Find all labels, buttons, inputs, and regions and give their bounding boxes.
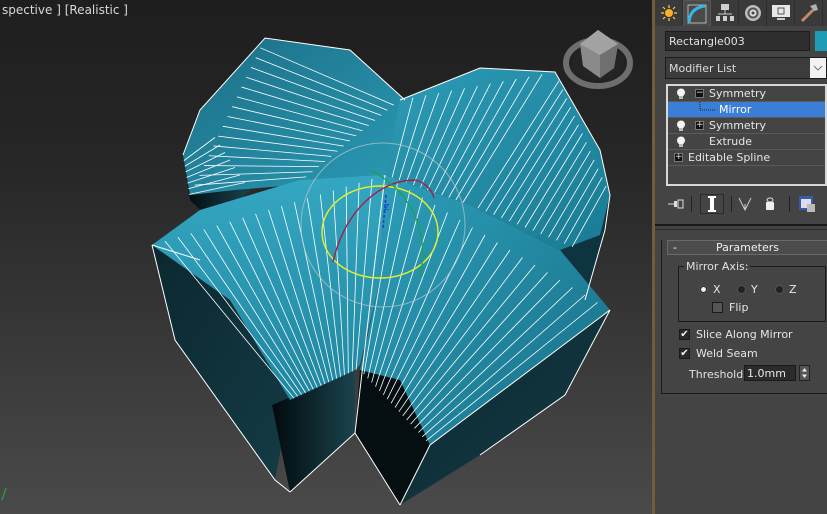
- end-result-icon: [708, 196, 716, 212]
- axis-y-label: Y: [751, 283, 758, 296]
- tab-modify[interactable]: [683, 0, 711, 26]
- tab-utilities[interactable]: [795, 0, 823, 26]
- stack-item-extrude[interactable]: Extrude: [668, 134, 825, 150]
- tab-hierarchy[interactable]: [711, 0, 739, 26]
- viewport-view-menu[interactable]: spective ]: [2, 3, 61, 17]
- collapse-icon[interactable]: −: [695, 89, 704, 98]
- rollout-collapse-icon: -: [673, 241, 677, 254]
- lightbulb-icon[interactable]: [676, 136, 686, 148]
- tree-connector-icon: [699, 102, 716, 111]
- threshold-label: Threshold:: [689, 368, 747, 381]
- rollout-title: Parameters: [716, 241, 779, 254]
- trash-icon: [766, 197, 774, 210]
- tab-create[interactable]: [655, 0, 683, 26]
- show-end-result-button[interactable]: [700, 194, 724, 214]
- expand-icon[interactable]: +: [674, 153, 683, 162]
- flip-checkbox[interactable]: Flip: [712, 301, 748, 314]
- make-unique-button[interactable]: [737, 194, 753, 214]
- flip-label: Flip: [729, 301, 749, 314]
- stack-item-label: Mirror: [719, 103, 752, 116]
- modifier-list-dropdown[interactable]: Modifier List: [665, 57, 827, 79]
- hierarchy-icon: [715, 4, 734, 21]
- axis-x-radio[interactable]: X: [699, 283, 721, 296]
- perspective-viewport[interactable]: spective ] [Realistic ] Z: [0, 0, 655, 514]
- checkmark-icon: ✔: [679, 348, 690, 359]
- stack-item-label: Extrude: [709, 135, 753, 148]
- axis-z-label: Z: [789, 283, 797, 296]
- lightbulb-icon[interactable]: [676, 88, 686, 100]
- stack-toolbar: [655, 192, 827, 216]
- slice-along-mirror-label: Slice Along Mirror: [696, 328, 793, 341]
- pin-stack-button[interactable]: [667, 194, 685, 214]
- panel-divider: [655, 229, 827, 230]
- configure-icon: [799, 196, 815, 212]
- expand-icon[interactable]: +: [695, 121, 704, 130]
- stack-item-label: Editable Spline: [688, 151, 771, 164]
- chevron-down-icon: [810, 58, 826, 78]
- tab-motion[interactable]: [739, 0, 767, 26]
- object-name-field[interactable]: [665, 31, 810, 51]
- hammer-icon: [800, 4, 818, 23]
- command-panel-tabs: [655, 0, 827, 26]
- stack-item-symmetry-bottom[interactable]: + Symmetry: [668, 118, 825, 134]
- lightbulb-icon[interactable]: [676, 120, 686, 132]
- axis-tripod: [1, 487, 7, 501]
- gizmo-z-label: Z: [384, 203, 390, 212]
- parameters-rollout-header[interactable]: - Parameters: [667, 240, 827, 255]
- stack-item-label: Symmetry: [709, 87, 767, 100]
- spinner-arrows-icon: [802, 368, 807, 378]
- panel-divider: [655, 224, 827, 226]
- stack-item-mirror[interactable]: Mirror: [668, 102, 825, 118]
- weld-seam-checkbox[interactable]: ✔ Weld Seam: [679, 347, 758, 360]
- radio-indicator: [699, 285, 708, 294]
- sun-icon: [660, 5, 677, 21]
- mirror-axis-label: Mirror Axis:: [684, 260, 751, 273]
- parameters-rollout: - Parameters Mirror Axis: X Y Z Flip ✔ S…: [661, 240, 827, 394]
- stack-item-editable-spline[interactable]: + Editable Spline: [668, 150, 825, 166]
- threshold-spinner[interactable]: [799, 365, 810, 381]
- modifier-stack[interactable]: − Symmetry Mirror + Symmetry Extrude + E…: [666, 84, 827, 186]
- axis-y-radio[interactable]: Y: [737, 283, 758, 296]
- curve-icon: [687, 4, 707, 23]
- tab-display[interactable]: [767, 0, 795, 26]
- monitor-icon: [771, 5, 790, 20]
- target-icon: [744, 5, 761, 21]
- viewcube[interactable]: [563, 30, 633, 89]
- command-panel: Modifier List − Symmetry Mirror + Symmet…: [655, 0, 827, 514]
- viewport-label: spective ] [Realistic ]: [2, 3, 128, 17]
- axis-z-radio[interactable]: Z: [775, 283, 797, 296]
- stack-item-symmetry-top[interactable]: − Symmetry: [668, 86, 825, 102]
- make-unique-icon: [738, 197, 752, 211]
- checkmark-icon: ✔: [679, 329, 690, 340]
- stack-item-label: Symmetry: [709, 119, 767, 132]
- checkbox-indicator: [712, 302, 723, 313]
- slice-along-mirror-checkbox[interactable]: ✔ Slice Along Mirror: [679, 328, 793, 341]
- mirror-axis-group: Mirror Axis: X Y Z Flip: [678, 260, 826, 322]
- configure-modifier-sets-button[interactable]: [798, 194, 816, 214]
- remove-modifier-button[interactable]: [763, 194, 777, 214]
- modifier-list-label: Modifier List: [669, 61, 737, 75]
- pin-icon: [668, 199, 684, 209]
- viewport-shading-menu[interactable]: [Realistic ]: [65, 3, 128, 17]
- axis-x-label: X: [713, 283, 721, 296]
- threshold-field[interactable]: [744, 365, 796, 381]
- scene-canvas[interactable]: Z: [0, 0, 655, 514]
- radio-indicator: [737, 285, 746, 294]
- weld-seam-label: Weld Seam: [696, 347, 758, 360]
- object-color-swatch[interactable]: [815, 31, 827, 51]
- radio-indicator: [775, 285, 784, 294]
